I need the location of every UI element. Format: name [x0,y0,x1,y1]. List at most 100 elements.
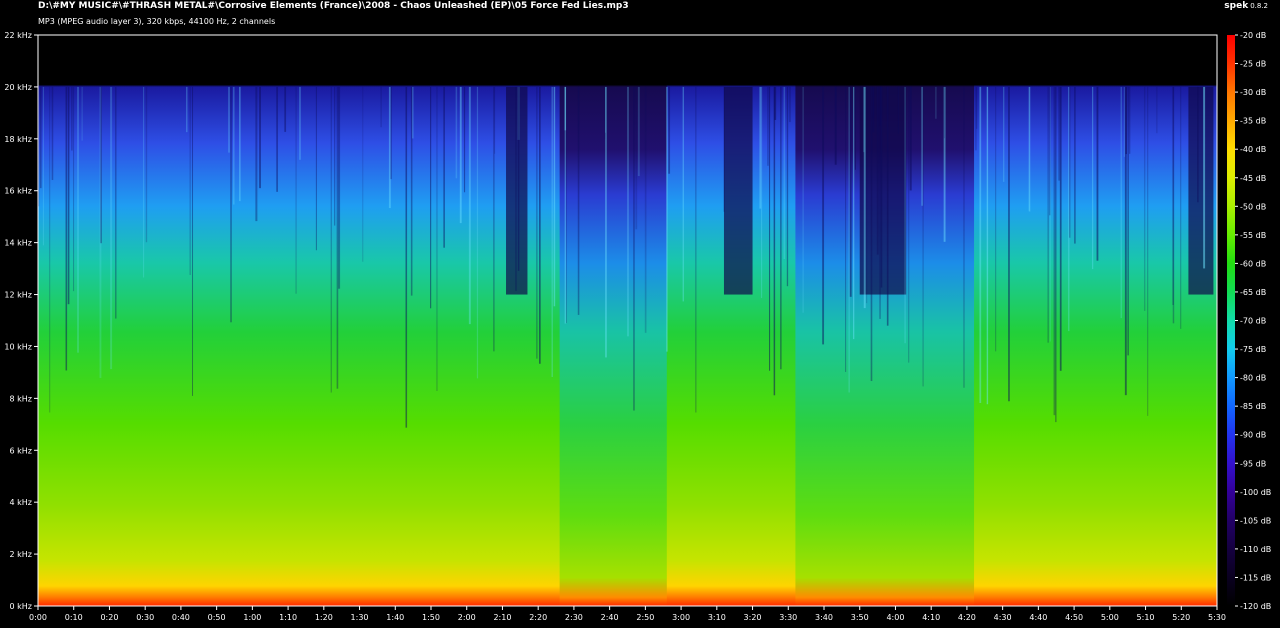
time-tick-label: 1:40 [386,613,404,622]
db-tick-label: -95 dB [1240,459,1266,468]
spectrogram-streak [143,86,145,278]
db-tick-label: -40 dB [1240,145,1266,154]
spectrogram-streak [879,86,882,319]
spectrogram-streak [228,86,230,153]
spectrogram-streak [1147,86,1149,416]
spectrogram-streak [390,86,392,180]
spectrogram-streak [259,86,261,189]
spectrogram-streak [935,86,937,119]
spectrogram-streak [922,86,924,387]
time-tick-label: 3:40 [815,613,833,622]
spectrogram-streak [405,86,408,428]
time-tick-label: 2:30 [565,613,583,622]
spectrogram-streak [336,86,339,389]
spectrogram-streak [788,86,791,123]
spectrogram-streak [115,86,117,319]
spectrogram-streak [39,86,42,189]
db-scale-axis: -20 dB -25 dB -30 dB -35 dB -40 dB -45 dB -50 … [1235,31,1271,611]
spectrogram-streak [1129,86,1131,154]
spectrogram-streak [863,86,866,309]
spectrogram-streak [239,86,241,202]
spectrogram-streak [1008,86,1010,402]
spectrogram-streak [49,86,51,413]
spectrogram-streak [682,86,684,302]
frequency-tick-label: 2 kHz [10,550,32,559]
db-tick-label: -90 dB [1240,431,1266,440]
spectrogram-streak [338,86,341,289]
spectrogram-streak [666,86,668,352]
time-tick-label: 2:00 [458,613,476,622]
frequency-tick-label: 20 kHz [4,83,32,92]
spectrogram-streak [767,86,769,166]
spectrogram-streak [1203,86,1206,269]
spectrogram-streak [1172,86,1174,305]
spectrogram-streak [362,86,364,262]
quiet-region-0 [559,35,667,606]
time-tick-label: 0:30 [136,613,154,622]
spectrogram-streak [476,86,479,379]
spectrogram-streak [802,86,804,313]
time-tick-label: 5:30 [1208,613,1226,622]
spectrogram-streak [380,86,382,128]
spectrogram-streak [897,86,899,134]
spectrogram-streak [67,86,70,305]
time-tick-label: 5:20 [1172,613,1190,622]
db-colorbar [1227,35,1235,606]
time-tick-label: 2:40 [601,613,619,622]
spectrogram-streak [1003,86,1005,182]
spectrogram-streak [786,86,789,287]
db-tick-label: -85 dB [1240,402,1266,411]
time-tick-label: 3:50 [851,613,869,622]
spectrogram-streak [443,86,445,248]
spectrogram-streak [1120,86,1122,319]
spectrogram-streak [330,86,332,393]
time-tick-label: 3:20 [744,613,762,622]
dim-region-1 [723,86,753,295]
frequency-tick-label: 4 kHz [10,498,32,507]
time-tick-label: 1:20 [315,613,333,622]
time-tick-label: 4:10 [922,613,940,622]
spectrogram-streak [759,86,762,209]
spectrogram-streak [565,86,567,323]
time-tick-label: 2:50 [636,613,654,622]
time-tick-label: 0:00 [29,613,47,622]
dim-region-3 [1188,86,1214,295]
spectrogram-streak [1053,86,1056,416]
spectrogram-streak [1144,86,1146,311]
spectrogram-streak [633,86,635,411]
spectrogram-streak [986,86,989,405]
spectrogram-streak [1059,86,1062,371]
spectrogram-streak [315,86,317,251]
spectrogram-streak [909,86,912,191]
spectrogram-streak [774,86,777,120]
spectrogram-streak [110,86,113,370]
spectrogram-streak [853,86,855,340]
spectrogram-streak [979,86,982,403]
spectrogram-streak [295,86,297,294]
db-tick-label: -65 dB [1240,288,1266,297]
time-tick-label: 4:40 [1029,613,1047,622]
spectrogram-streak [233,86,235,205]
frequency-tick-label: 12 kHz [4,291,32,300]
spectrogram-streak [995,86,997,352]
spectrogram-streak [723,86,725,212]
time-tick-label: 0:40 [172,613,190,622]
spectrogram-streak [769,86,771,371]
db-tick-label: -120 dB [1240,602,1271,611]
spectrogram-streak [1074,86,1076,244]
spectrogram-streak [921,86,923,206]
spectrogram-streak [436,86,438,392]
spectrogram-streak [463,86,466,193]
db-tick-label: -60 dB [1240,259,1266,268]
frequency-axis: 22 kHz 20 kHz 18 kHz 16 kHz 14 kHz 12 kHz 10 k… [4,31,38,611]
time-tick-label: 5:10 [1137,613,1155,622]
spectrogram-streak [1096,86,1099,261]
db-tick-label: -30 dB [1240,88,1266,97]
spectrogram-streak [186,86,188,133]
spectrogram-streak [1197,86,1199,203]
spectrogram-streak [1049,86,1051,216]
spectrogram-streak [284,86,287,132]
spectrogram-streak [1156,86,1158,134]
time-tick-label: 4:00 [886,613,904,622]
spectrogram-streak [963,86,965,388]
